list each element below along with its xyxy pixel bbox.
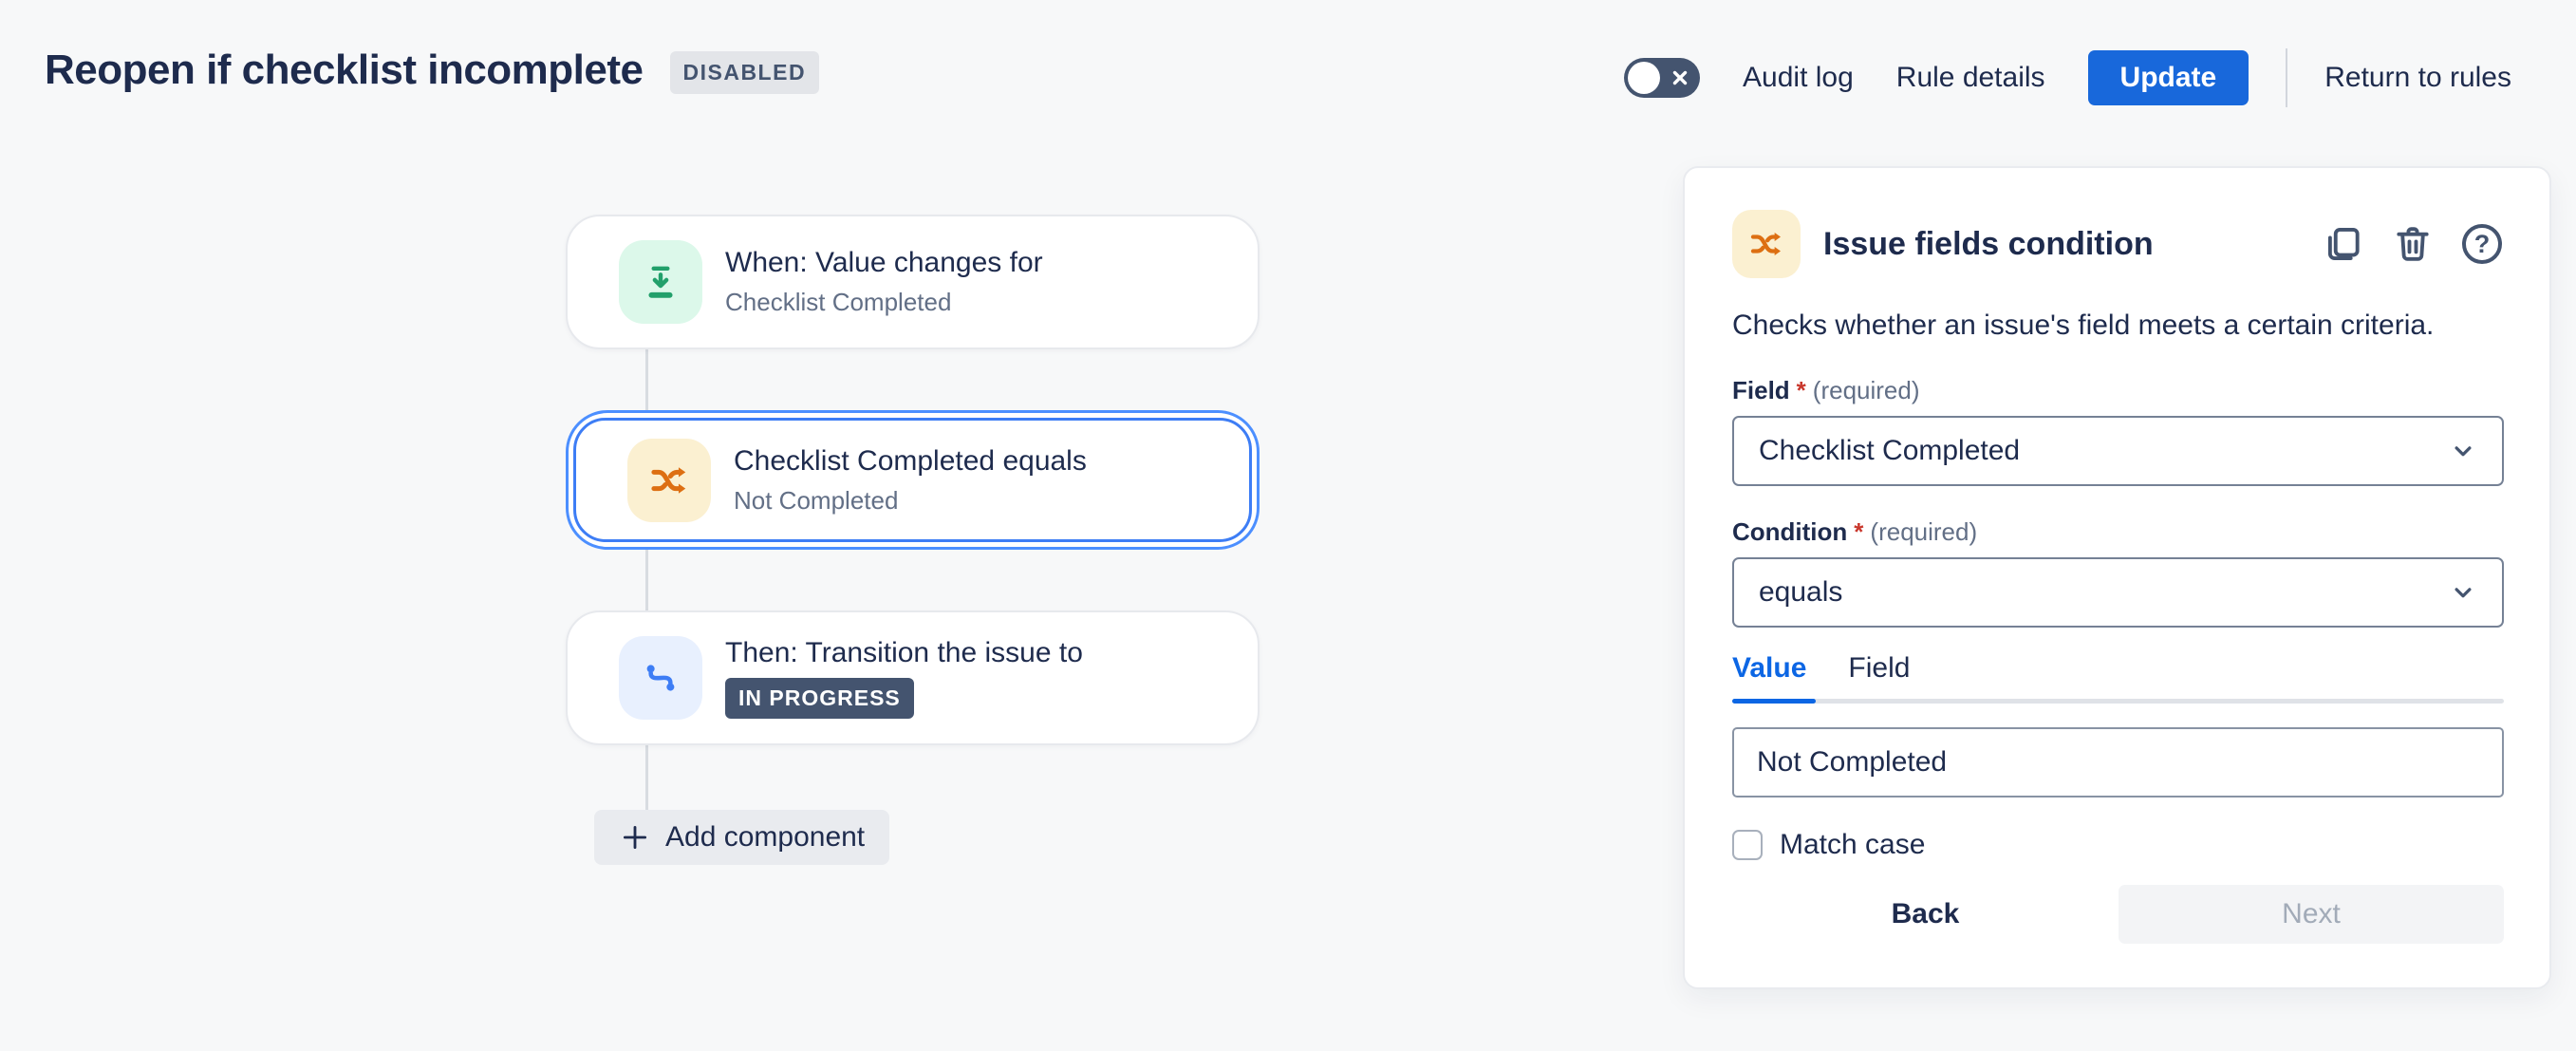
update-button[interactable]: Update [2088, 50, 2249, 105]
condition-node-title: Checklist Completed equals [734, 445, 1087, 478]
trigger-node-subtitle: Checklist Completed [725, 288, 1043, 317]
tab-value[interactable]: Value [1732, 652, 1806, 685]
panel-actions: ? [2322, 222, 2504, 266]
action-node-card[interactable]: Then: Transition the issue to IN PROGRES… [566, 610, 1260, 745]
match-case-row[interactable]: Match case [1732, 829, 2504, 861]
back-button[interactable]: Back [1732, 898, 2119, 930]
value-field-tabs: Value Field [1732, 652, 2504, 685]
rule-details-link[interactable]: Rule details [1896, 62, 2045, 94]
panel-description: Checks whether an issue's field meets a … [1732, 307, 2504, 345]
help-icon[interactable]: ? [2460, 222, 2504, 266]
add-component-label: Add component [665, 821, 865, 854]
page-header: Reopen if checklist incomplete DISABLED [45, 46, 819, 94]
required-star: * [1854, 517, 1863, 547]
component-config-panel: Issue fields condition [1683, 166, 2551, 989]
required-hint: (required) [1870, 517, 1977, 547]
tab-field[interactable]: Field [1848, 652, 1910, 685]
condition-label: Condition* (required) [1732, 517, 2504, 547]
field-label: Field* (required) [1732, 376, 2504, 405]
field-label-text: Field [1732, 376, 1790, 405]
condition-label-text: Condition [1732, 517, 1847, 547]
value-input[interactable] [1732, 727, 2504, 798]
rule-chain-canvas: When: Value changes for Checklist Comple… [566, 215, 1260, 898]
issue-fields-condition-icon [1732, 210, 1801, 278]
transition-issue-action-icon [619, 636, 702, 720]
active-tab-underline [1732, 699, 1816, 704]
required-hint: (required) [1813, 376, 1920, 405]
panel-header: Issue fields condition [1732, 210, 2504, 278]
match-case-label: Match case [1780, 829, 1925, 861]
condition-node-selected-ring: Checklist Completed equals Not Completed [566, 410, 1260, 550]
action-node-title: Then: Transition the issue to [725, 637, 1083, 669]
node-connector-line [645, 291, 648, 827]
panel-title: Issue fields condition [1823, 226, 2299, 263]
add-component-button[interactable]: Add component [594, 810, 889, 865]
condition-select[interactable]: equals [1732, 557, 2504, 628]
tab-underline-track [1732, 699, 2504, 704]
rule-enabled-toggle[interactable] [1624, 58, 1700, 98]
trigger-node-card[interactable]: When: Value changes for Checklist Comple… [566, 215, 1260, 349]
trigger-node-title: When: Value changes for [725, 247, 1043, 279]
field-select[interactable]: Checklist Completed [1732, 416, 2504, 486]
delete-trash-icon[interactable] [2391, 222, 2435, 266]
toggle-off-x-icon [1671, 68, 1689, 87]
panel-footer: Back Next [1732, 885, 2504, 944]
match-case-checkbox[interactable] [1732, 830, 1763, 860]
toggle-knob [1628, 62, 1660, 94]
plus-icon [619, 821, 651, 854]
chevron-down-icon [2449, 578, 2477, 607]
condition-select-value: equals [1759, 576, 2449, 609]
next-button[interactable]: Next [2119, 885, 2504, 944]
toolbar-divider [2286, 48, 2287, 107]
help-glyph: ? [2474, 230, 2491, 259]
status-badge: DISABLED [670, 51, 820, 94]
duplicate-icon[interactable] [2322, 222, 2365, 266]
condition-node-subtitle: Not Completed [734, 486, 1087, 516]
condition-node-card[interactable]: Checklist Completed equals Not Completed [573, 418, 1252, 542]
issue-fields-condition-icon [627, 439, 711, 522]
field-select-value: Checklist Completed [1759, 435, 2449, 467]
return-to-rules-link[interactable]: Return to rules [2324, 62, 2511, 94]
value-changed-trigger-icon [619, 240, 702, 324]
in-progress-lozenge: IN PROGRESS [725, 678, 914, 719]
automation-rule-editor: Reopen if checklist incomplete DISABLED … [0, 0, 2576, 1051]
chevron-down-icon [2449, 437, 2477, 465]
page-title: Reopen if checklist incomplete [45, 47, 644, 94]
audit-log-link[interactable]: Audit log [1743, 62, 1854, 94]
required-star: * [1797, 376, 1806, 405]
toolbar: Audit log Rule details Update Return to … [1624, 49, 2511, 106]
